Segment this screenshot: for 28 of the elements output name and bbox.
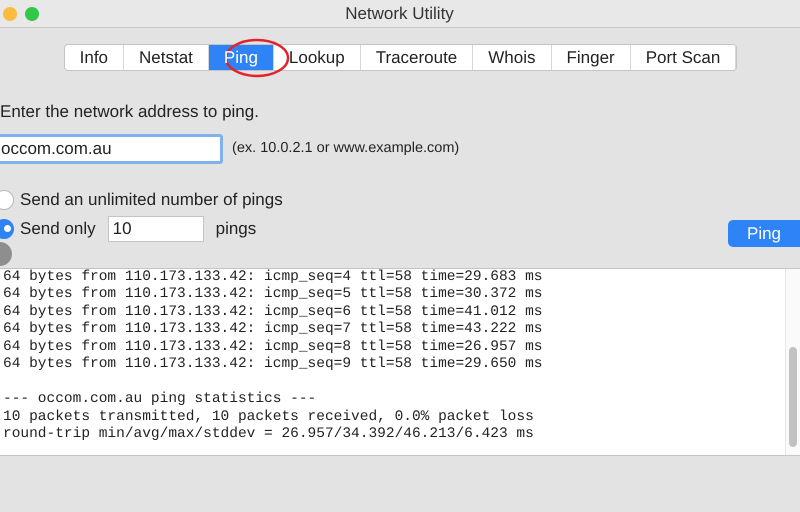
option-label: Send an unlimited number of pings bbox=[20, 188, 283, 211]
tab[interactable]: Whois bbox=[473, 45, 552, 70]
ping-button[interactable]: Ping bbox=[728, 220, 800, 247]
tab[interactable]: Lookup bbox=[274, 45, 361, 70]
output-line: 64 bytes from 110.173.133.42: icmp_seq=7 ttl=58 time=43.222 ms bbox=[3, 321, 544, 338]
count-field[interactable]: 10 bbox=[108, 216, 204, 242]
radio-button[interactable] bbox=[0, 190, 14, 210]
tab[interactable]: Traceroute bbox=[360, 45, 474, 70]
output-line: --- occom.com.au ping statistics --- bbox=[3, 391, 318, 408]
address-hint: (ex. 10.0.2.1 or www.example.com) bbox=[232, 138, 460, 158]
minimize-button[interactable] bbox=[3, 6, 17, 20]
pings-label: pings bbox=[216, 218, 256, 240]
option-label: Send only bbox=[20, 218, 96, 240]
output-line: 64 bytes from 110.173.133.42: icmp_seq=9 ttl=58 time=29.650 ms bbox=[3, 356, 544, 374]
tab[interactable]: Port Scan bbox=[630, 45, 736, 70]
tab[interactable]: Info bbox=[64, 45, 124, 70]
radio-button[interactable] bbox=[0, 218, 14, 238]
window-title: Network Utility bbox=[345, 2, 454, 25]
output-line: round-trip min/avg/max/stddev = 26.957/34.392/46.213/6.423 ms bbox=[3, 426, 535, 444]
output-line: 64 bytes from 110.173.133.42: icmp_seq=6 ttl=58 time=41.012 ms bbox=[3, 304, 544, 321]
output-line: 64 bytes from 110.173.133.42: icmp_seq=5 ttl=58 time=30.372 ms bbox=[3, 286, 544, 304]
address-field[interactable]: occom.com.au bbox=[0, 134, 223, 164]
output-line: 10 packets transmitted, 10 packets received, 0.0% packet loss bbox=[3, 408, 535, 426]
output-line: 64 bytes from 110.173.133.42: icmp_seq=8 ttl=58 time=26.957 ms bbox=[3, 338, 544, 356]
output-line: 64 bytes from 110.173.133.42: icmp_seq=4 ttl=58 time=29.683 ms bbox=[3, 268, 544, 286]
zoom-button[interactable] bbox=[25, 6, 39, 20]
address-label: Enter the network address to ping. bbox=[0, 101, 260, 123]
tab[interactable]: Finger bbox=[552, 45, 631, 70]
